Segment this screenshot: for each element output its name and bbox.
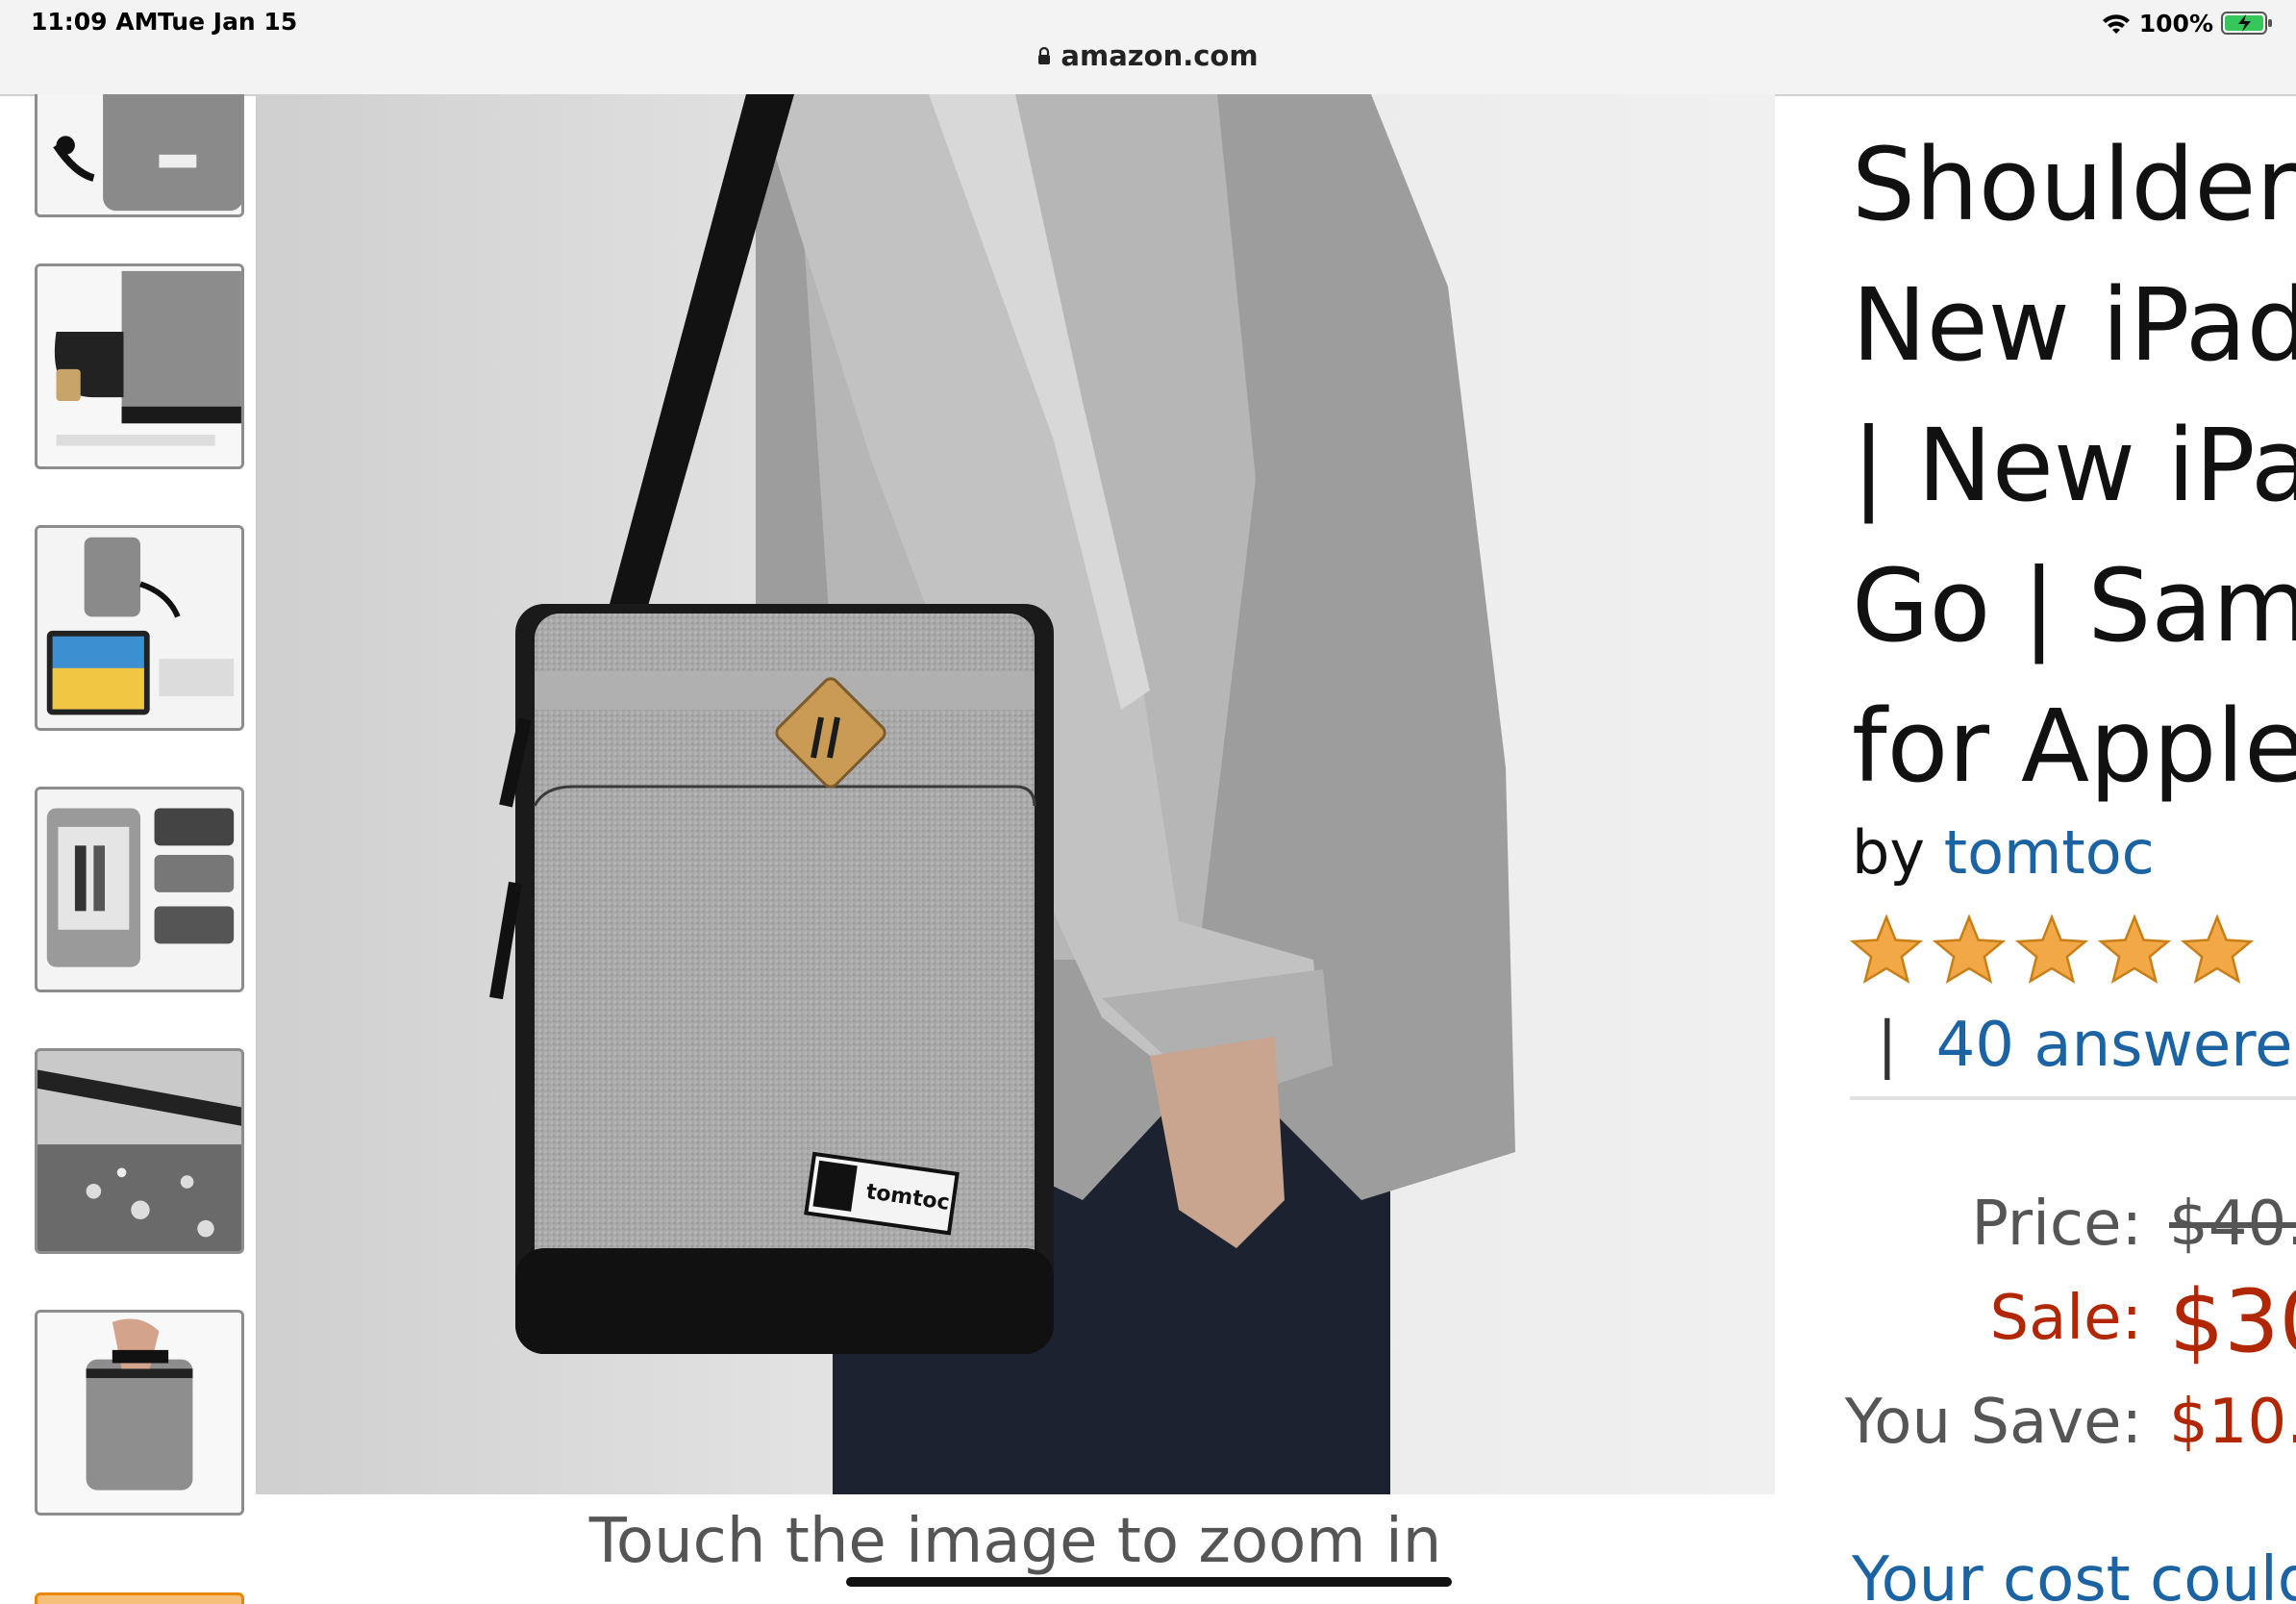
zoom-hint: Touch the image to zoom in (588, 1506, 1442, 1577)
home-indicator[interactable] (846, 1577, 1452, 1587)
thumbnail-5-image (37, 1051, 241, 1251)
by-label: by (1852, 817, 1926, 888)
thumbnail-6-image (37, 1313, 241, 1513)
product-info-panel: Shoulder New iPad | New iPa Go | Sams fo… (1775, 94, 2296, 1604)
thumbnail-2[interactable] (35, 263, 244, 469)
price-label: Price: (1971, 1189, 2142, 1260)
thumbnail-3[interactable] (35, 525, 244, 731)
savings-label: You Save: (1844, 1387, 2142, 1458)
thumbnail-1[interactable] (35, 94, 244, 217)
savings-value: $10. (2169, 1387, 2296, 1458)
wifi-icon (2102, 14, 2130, 34)
thumbnail-7-selected[interactable] (35, 1592, 244, 1604)
star-icon (2098, 914, 2171, 984)
status-indicators: 100% (2101, 8, 2273, 38)
thumbnail-6[interactable] (35, 1310, 244, 1516)
main-product-image[interactable]: tomtoc (256, 94, 1775, 1494)
url-text: amazon.com (1061, 39, 1259, 72)
product-title-line-4: Go | Sams (1852, 547, 2296, 664)
lock-icon (1038, 46, 1051, 64)
thumbnail-4[interactable] (35, 787, 244, 992)
battery-percentage: 100% (2138, 9, 2213, 38)
byline: by tomtoc (1852, 817, 2155, 888)
status-time: 11:09 AM (31, 8, 159, 36)
brand-link[interactable]: tomtoc (1944, 817, 2155, 888)
product-title-line-1: Shoulder (1852, 126, 2296, 243)
thumbnail-1-image (37, 94, 241, 214)
browser-top-bar: 11:09 AM Tue Jan 15 100% amazon.com (0, 0, 2296, 96)
thumbnail-strip (0, 94, 256, 1604)
star-icon (2015, 914, 2088, 984)
status-date: Tue Jan 15 (158, 8, 298, 36)
cost-could-link[interactable]: Your cost could (1852, 1544, 2296, 1604)
product-title-line-2: New iPad (1852, 266, 2296, 384)
divider (1850, 1096, 2296, 1100)
star-icon (1850, 914, 1923, 984)
thumbnail-3-image (37, 528, 241, 728)
address-bar[interactable]: amazon.com (0, 37, 2296, 75)
star-icon (1933, 914, 2006, 984)
star-icon (2181, 914, 2254, 984)
thumbnail-4-image (37, 789, 241, 990)
sale-price: $30 (2169, 1271, 2296, 1372)
product-title-line-3: | New iPa (1852, 407, 2296, 524)
product-title-line-5: for Apple (1852, 688, 2296, 805)
answered-questions: | 40 answered (1877, 1010, 2296, 1081)
thumbnail-5[interactable] (35, 1048, 244, 1254)
product-photo: tomtoc (256, 94, 1775, 1494)
thumbnail-2-image (37, 266, 241, 466)
answered-questions-link[interactable]: 40 answered (1936, 1010, 2296, 1081)
battery-charging-icon (2221, 12, 2272, 35)
list-price: $40. (2169, 1189, 2296, 1260)
sale-label: Sale: (1989, 1283, 2142, 1354)
qa-separator: | (1877, 1010, 1898, 1081)
rating-stars[interactable] (1850, 914, 2254, 985)
